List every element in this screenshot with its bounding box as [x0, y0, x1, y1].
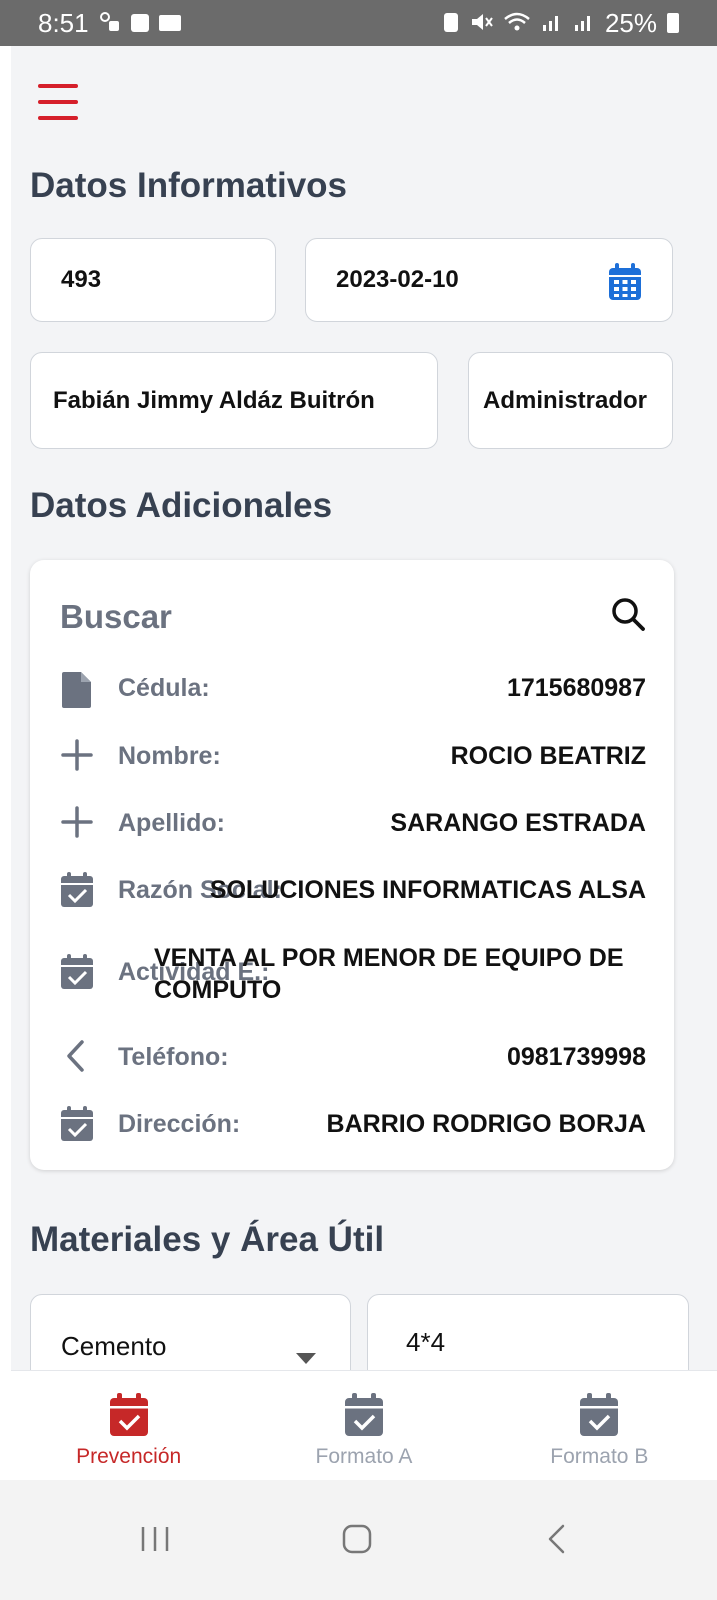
- row-label: Cédula:: [118, 674, 210, 702]
- tab-label: Formato A: [315, 1445, 413, 1468]
- hamburger-menu-icon[interactable]: [38, 84, 78, 120]
- role-field[interactable]: Administrador: [468, 352, 673, 449]
- calendar-check-icon: [109, 1393, 148, 1436]
- row-value: BARRIO RODRIGO BORJA: [326, 1110, 646, 1138]
- calendar-check-icon: [60, 872, 94, 907]
- role-value: Administrador: [483, 386, 648, 414]
- calendar-icon[interactable]: [608, 263, 642, 308]
- search-icon[interactable]: [610, 596, 646, 637]
- caret-down-icon[interactable]: [296, 1341, 316, 1370]
- row-value: SARANGO ESTRADA: [390, 809, 646, 837]
- sim-icon: [99, 11, 121, 36]
- back-icon[interactable]: [545, 1524, 569, 1559]
- row-telefono: Teléfono: 0981739998: [60, 1035, 646, 1079]
- check-icon: [130, 14, 149, 32]
- row-value: VENTA AL POR MENOR DE EQUIPO DE COMPUTO: [154, 944, 624, 1004]
- battery-icon: [667, 13, 679, 33]
- row-label: Apellido:: [118, 809, 225, 837]
- row-nombre: Nombre: ROCIO BEATRIZ: [60, 734, 646, 778]
- datos-adicionales-card: Buscar Cédula: 1715680987 Nombre: ROCIO …: [30, 560, 674, 1170]
- recent-apps-icon[interactable]: [140, 1524, 170, 1559]
- home-icon[interactable]: [342, 1524, 372, 1559]
- row-value: ROCIO BEATRIZ: [450, 742, 646, 770]
- signal-icon: [573, 11, 595, 36]
- section-title-materiales: Materiales y Área Útil: [30, 1220, 385, 1259]
- row-cedula: Cédula: 1715680987: [60, 666, 646, 710]
- mute-icon: [469, 11, 493, 36]
- row-razon-social: Razón Social: SOLUCIONES INFORMATICAS AL…: [60, 868, 646, 912]
- calendar-check-icon: [60, 1106, 94, 1141]
- area-field[interactable]: 4*4: [367, 1294, 689, 1370]
- row-value: SOLUCIONES INFORMATICAS ALSA: [209, 876, 646, 904]
- tab-prevencion[interactable]: Prevención: [11, 1371, 246, 1480]
- area-value: 4*4: [406, 1327, 446, 1357]
- system-navigation-bar: [0, 1480, 717, 1600]
- bottom-navigation: Prevención Formato A Formato B: [11, 1370, 717, 1480]
- calendar-check-icon: [60, 954, 94, 989]
- plus-icon: [60, 738, 94, 772]
- signal-icon: [541, 11, 563, 36]
- date-value: 2023-02-10: [336, 266, 459, 293]
- lock-battery-icon: [443, 11, 459, 36]
- search-label[interactable]: Buscar: [60, 598, 172, 636]
- date-field[interactable]: 2023-02-10: [305, 238, 673, 322]
- plus-icon: [60, 805, 94, 839]
- row-apellido: Apellido: SARANGO ESTRADA: [60, 801, 646, 845]
- material-select[interactable]: Cemento: [30, 1294, 351, 1370]
- inspector-name-field[interactable]: Fabián Jimmy Aldáz Buitrón: [30, 352, 438, 449]
- number-value: 493: [61, 266, 102, 293]
- row-actividad: Actividad E.: VENTA AL POR MENOR DE EQUI…: [60, 944, 646, 1004]
- battery-percent: 25%: [604, 7, 657, 38]
- status-bar: 8:51 25%: [0, 0, 717, 46]
- row-value: 0981739998: [506, 1043, 646, 1071]
- status-bar-right: 25%: [443, 8, 679, 39]
- row-label: Nombre:: [118, 742, 221, 770]
- row-direccion: Dirección: BARRIO RODRIGO BORJA: [60, 1102, 646, 1146]
- section-title-informativos: Datos Informativos: [30, 166, 347, 205]
- number-field[interactable]: 493: [30, 238, 276, 322]
- section-title-adicionales: Datos Adicionales: [30, 486, 333, 525]
- document-icon: [60, 670, 94, 708]
- left-edge: [0, 46, 11, 1480]
- row-value: 1715680987: [506, 674, 646, 702]
- tab-label: Formato B: [550, 1445, 649, 1468]
- status-time: 8:51: [38, 7, 89, 38]
- row-label: Dirección:: [118, 1110, 241, 1138]
- main-content[interactable]: Datos Informativos 493 2023-02-10 Fabián…: [11, 46, 717, 1370]
- calendar-check-icon: [344, 1393, 383, 1436]
- chevron-left-icon: [60, 1039, 94, 1073]
- wifi-icon: [503, 11, 531, 36]
- status-bar-left: 8:51: [38, 8, 181, 39]
- material-select-value: Cemento: [61, 1331, 167, 1361]
- tab-formato-a[interactable]: Formato A: [246, 1371, 481, 1480]
- tab-label: Prevención: [76, 1445, 182, 1468]
- inspector-name-value: Fabián Jimmy Aldáz Buitrón: [53, 386, 375, 414]
- row-label: Teléfono:: [118, 1043, 229, 1071]
- folder-icon: [158, 15, 181, 31]
- calendar-check-icon: [580, 1393, 619, 1436]
- tab-formato-b[interactable]: Formato B: [482, 1371, 717, 1480]
